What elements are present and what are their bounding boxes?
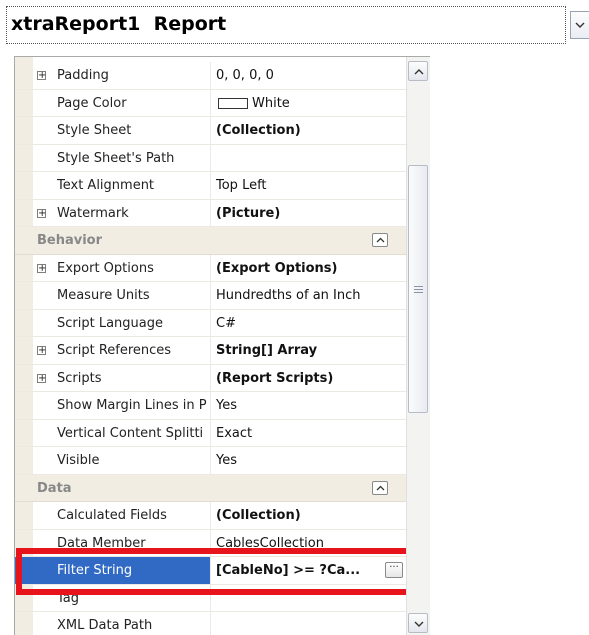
property-value[interactable]: (Picture) [210, 199, 407, 226]
property-value[interactable]: Top Left [210, 172, 407, 199]
chevron-up-icon [376, 485, 385, 490]
property-row[interactable]: XML Data Path [15, 612, 407, 635]
property-value-text: (Report Scripts) [216, 370, 334, 386]
property-name: Watermark [57, 205, 129, 221]
property-value[interactable] [210, 144, 407, 171]
scroll-up-button[interactable] [408, 61, 428, 81]
collapse-category-button[interactable] [372, 233, 388, 247]
property-value-text: 0, 0, 0, 0 [216, 68, 274, 83]
property-value[interactable]: White [210, 89, 407, 116]
property-value-text: (Collection) [216, 123, 301, 138]
scroll-thumb[interactable] [408, 165, 428, 413]
property-value[interactable]: (Collection) [210, 117, 407, 144]
property-value-text: Yes [216, 453, 237, 468]
property-value-text: (Collection) [216, 508, 301, 523]
property-row[interactable]: Tag [15, 584, 407, 612]
property-row[interactable]: Text Alignment Top Left [15, 172, 407, 200]
property-value[interactable]: (Report Scripts) [210, 364, 407, 391]
property-name: Style Sheet's Path [57, 150, 175, 166]
property-value[interactable] [210, 612, 407, 635]
property-name: Show Margin Lines in P [57, 398, 207, 413]
property-name: Visible [57, 453, 100, 468]
property-value-text: Top Left [216, 178, 267, 193]
color-swatch [218, 97, 248, 109]
property-row[interactable]: Export Options (Export Options) [15, 254, 407, 282]
property-row[interactable]: Padding 0, 0, 0, 0 [15, 62, 407, 90]
property-name: Filter String [57, 563, 133, 578]
property-value[interactable]: Yes [210, 447, 407, 474]
property-row[interactable]: Script Language C# [15, 309, 407, 337]
property-grid: Padding 0, 0, 0, 0 Page Color White Style Sh… [14, 56, 430, 635]
property-value[interactable]: CablesCollection [210, 529, 407, 556]
property-value[interactable]: String[] Array [210, 337, 407, 364]
chevron-down-icon [575, 22, 585, 28]
property-row[interactable]: Watermark (Picture) [15, 199, 407, 227]
property-value[interactable] [210, 584, 407, 611]
property-row[interactable]: Script References String[] Array [15, 337, 407, 365]
property-value-text: White [252, 95, 290, 111]
chevron-down-icon [414, 621, 424, 627]
property-value[interactable]: C# [210, 309, 407, 336]
property-name: Calculated Fields [57, 508, 167, 523]
property-value[interactable]: Exact [210, 419, 407, 446]
category-data[interactable]: Data [15, 474, 407, 502]
property-row[interactable]: Visible Yes [15, 447, 407, 475]
property-row[interactable]: Filter String [CableNo] >= ?Ca... ··· [15, 557, 407, 585]
scroll-down-button[interactable] [408, 613, 428, 633]
property-name: Style Sheet [57, 123, 132, 138]
property-value[interactable]: 0, 0, 0, 0 [210, 62, 407, 89]
collapse-category-button[interactable] [372, 480, 388, 495]
property-name: Tag [57, 590, 80, 606]
object-selector[interactable]: xtraReport1 Report [6, 6, 566, 44]
property-name: Export Options [57, 260, 154, 276]
property-name: Data Member [57, 535, 146, 551]
property-value-text: (Export Options) [216, 260, 338, 276]
property-name: Text Alignment [57, 178, 155, 193]
property-value[interactable]: Yes [210, 392, 407, 419]
property-name: Script References [57, 343, 172, 358]
property-name: Page Color [57, 95, 127, 111]
property-value-text: [CableNo] >= ?Ca... [216, 563, 361, 578]
property-value[interactable]: Hundredths of an Inch [210, 282, 407, 309]
property-row[interactable]: Data Member CablesCollection [15, 529, 407, 557]
property-row[interactable]: Style Sheet (Collection) [15, 117, 407, 145]
object-selector-dropdown-button[interactable] [570, 11, 589, 39]
property-name: Script Language [57, 315, 163, 331]
property-name: Padding [57, 68, 109, 83]
property-name: XML Data Path [57, 618, 153, 633]
chevron-up-icon [414, 69, 424, 75]
property-value-text: String[] Array [216, 343, 318, 358]
chevron-up-icon [376, 237, 385, 243]
category-label: Data [37, 480, 72, 496]
property-row[interactable]: Vertical Content Splitti Exact [15, 419, 407, 447]
property-rows: Padding 0, 0, 0, 0 Page Color White Style Sh… [15, 62, 407, 635]
category-behavior[interactable]: Behavior [15, 227, 407, 255]
property-row[interactable]: Measure Units Hundredths of an Inch [15, 282, 407, 310]
property-row[interactable]: Show Margin Lines in P Yes [15, 392, 407, 420]
grip-icon [414, 286, 423, 295]
property-row[interactable]: Page Color White [15, 89, 407, 117]
property-name: Scripts [57, 370, 102, 386]
property-value-text: C# [216, 315, 236, 331]
property-value[interactable]: (Export Options) [210, 254, 407, 281]
property-value-text: Hundredths of an Inch [216, 288, 361, 303]
property-row[interactable]: Calculated Fields (Collection) [15, 502, 407, 530]
property-value-text: Yes [216, 398, 237, 413]
property-value-text: (Picture) [216, 205, 281, 221]
property-name: Measure Units [57, 288, 150, 303]
object-selector-label: xtraReport1 Report [11, 13, 227, 35]
vertical-scrollbar[interactable] [406, 57, 430, 635]
category-label: Behavior [37, 233, 103, 248]
property-value-text: Exact [216, 425, 253, 441]
property-value[interactable]: [CableNo] >= ?Ca... [210, 557, 407, 584]
property-row[interactable]: Style Sheet's Path [15, 144, 407, 172]
ellipsis-button[interactable]: ··· [385, 562, 403, 578]
property-value[interactable]: (Collection) [210, 502, 407, 529]
property-name: Vertical Content Splitti [57, 425, 204, 441]
property-value-text: CablesCollection [216, 535, 324, 551]
property-row[interactable]: Scripts (Report Scripts) [15, 364, 407, 392]
